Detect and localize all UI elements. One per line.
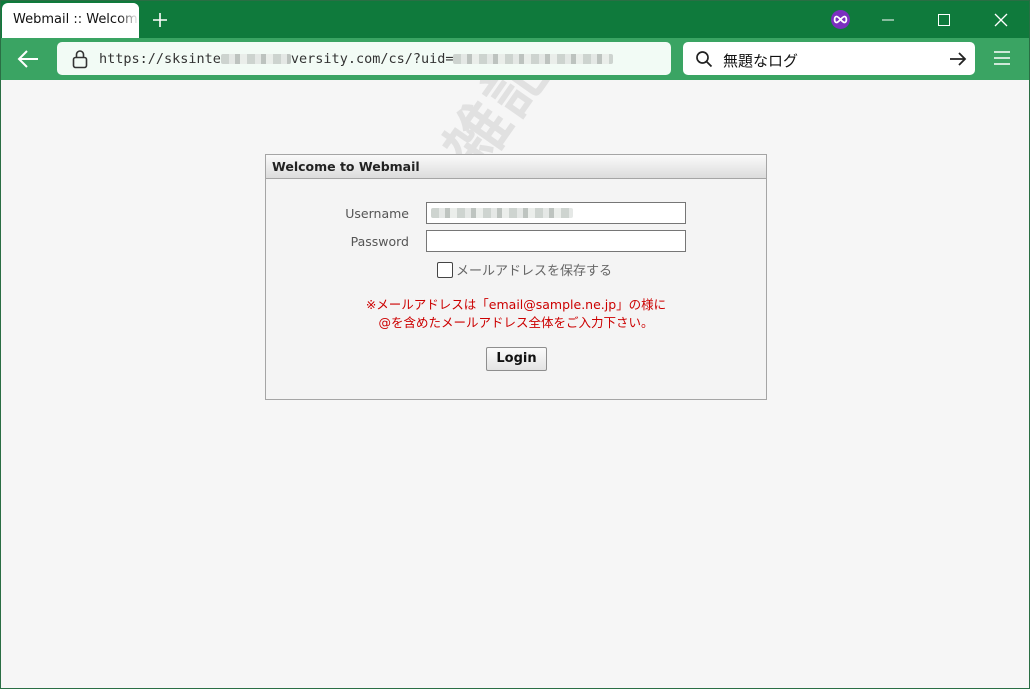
login-panel: Welcome to Webmail Username Password メール… — [265, 154, 767, 400]
plus-icon[interactable] — [148, 8, 172, 32]
close-icon — [994, 13, 1008, 26]
infinity-icon[interactable] — [831, 10, 850, 29]
remember-row[interactable]: メールアドレスを保存する — [437, 260, 612, 279]
back-button[interactable] — [14, 46, 42, 72]
lock-icon — [72, 50, 88, 69]
hamburger-menu-icon[interactable] — [993, 50, 1011, 66]
password-field[interactable] — [426, 230, 686, 252]
username-label: Username — [345, 206, 409, 221]
arrow-left-icon — [17, 50, 38, 68]
remember-checkbox[interactable] — [437, 261, 453, 278]
browser-tab[interactable]: Webmail :: Welcome to Webmail — [2, 3, 139, 38]
search-input[interactable]: 無題なログ — [723, 50, 798, 71]
password-label: Password — [350, 234, 409, 249]
notice-line-2: @を含めたメールアドレス全体をご入力下さい。 — [378, 315, 654, 330]
arrow-right-icon[interactable] — [948, 50, 968, 68]
panel-header: Welcome to Webmail — [266, 155, 766, 179]
maximize-icon — [938, 13, 950, 26]
nav-bar: https://sksinte versity.com/cs/?uid= 無題なロ… — [1, 38, 1029, 80]
address-bar[interactable]: https://sksinte versity.com/cs/?uid= — [57, 42, 671, 75]
username-field[interactable] — [426, 202, 686, 224]
minimize-button[interactable] — [865, 1, 911, 38]
notice-line-1: ※メールアドレスは「email@sample.ne.jp」の様に — [365, 297, 667, 312]
minimize-icon — [882, 19, 894, 20]
browser-window: Webmail :: Welcome to Webmail — [0, 0, 1030, 689]
search-bar[interactable]: 無題なログ — [683, 42, 975, 75]
url-text: https://sksinte versity.com/cs/?uid= — [99, 51, 614, 67]
redacted-username — [431, 208, 573, 218]
remember-label: メールアドレスを保存する — [456, 264, 613, 279]
login-button[interactable]: Login — [486, 347, 547, 371]
page-content: 無題な雑記ログ Welcome to Webmail Username Pass… — [1, 80, 1029, 688]
search-icon — [696, 51, 713, 68]
tab-bar: Webmail :: Welcome to Webmail — [1, 1, 1029, 38]
maximize-button[interactable] — [921, 1, 967, 38]
close-button[interactable] — [978, 1, 1024, 38]
